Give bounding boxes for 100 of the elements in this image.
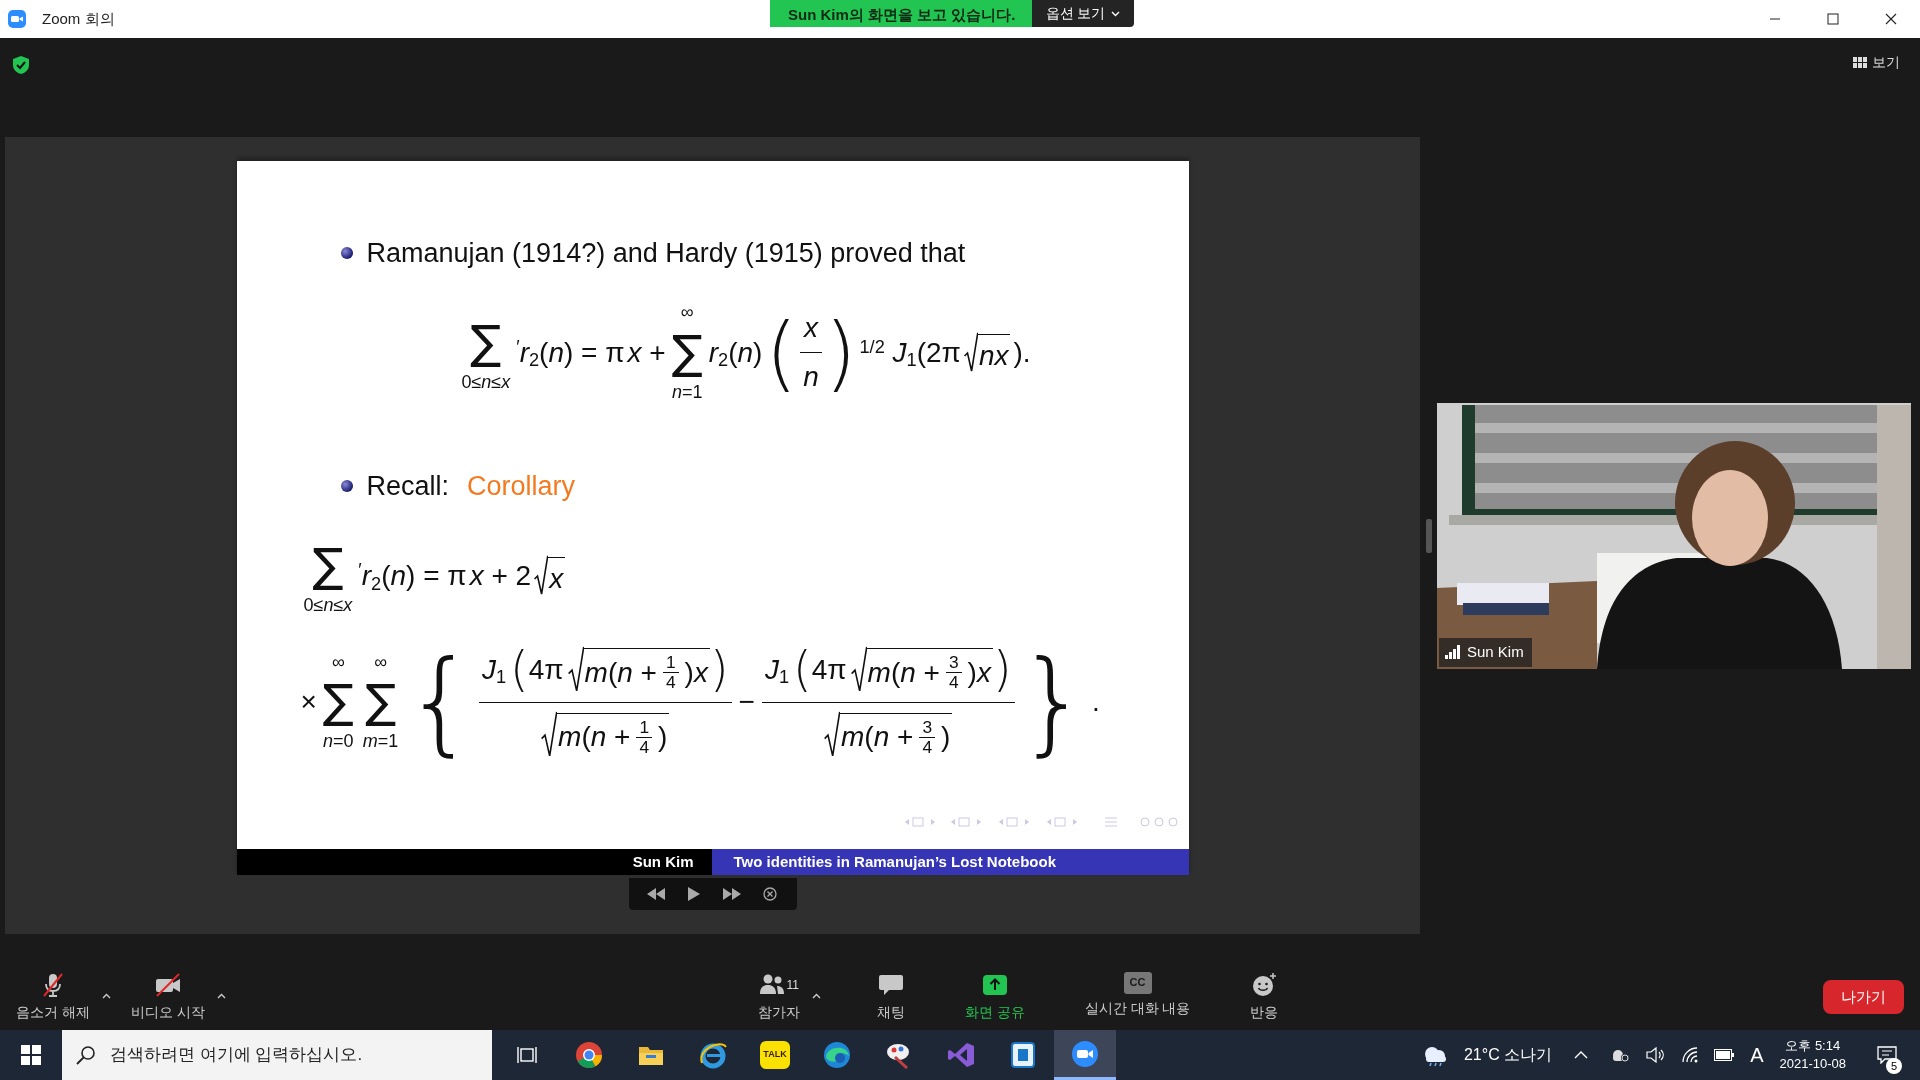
- delimiter: (: [510, 646, 529, 694]
- leave-button[interactable]: 나가기: [1823, 979, 1904, 1015]
- tricolor-circle-icon: [575, 1041, 603, 1069]
- math-text: 3: [948, 654, 959, 672]
- math-text: 4: [922, 739, 933, 757]
- delimiter: (: [793, 646, 812, 694]
- highlight-text: Corollary: [467, 470, 576, 504]
- delimiter: ): [992, 646, 1012, 694]
- video-camera-icon: [1071, 1039, 1099, 1068]
- bullet-icon: [340, 247, 353, 259]
- notifications-button[interactable]: 5: [1862, 1030, 1912, 1080]
- splitter-handle[interactable]: [1426, 518, 1432, 553]
- limit-text: ∞: [331, 652, 345, 673]
- unmute-button[interactable]: 음소거 해제: [8, 969, 98, 1025]
- math-text: 1: [639, 718, 650, 737]
- reactions-button[interactable]: 반응: [1242, 969, 1287, 1025]
- math-text: x: [549, 563, 564, 596]
- delimiter: ): [709, 646, 729, 694]
- delimiter: {: [404, 646, 476, 759]
- bullet-text: Recall:: [366, 470, 450, 504]
- participant-name: Sun Kim: [1467, 642, 1524, 662]
- caret-up-icon: [216, 993, 226, 1000]
- speech-bubble-icon: [1877, 1046, 1897, 1064]
- math-text: ): [941, 721, 951, 754]
- footer-title: Two identities in Ramanujan’s Lost Notebook: [733, 851, 1057, 872]
- taskbar-app-button[interactable]: [1054, 1030, 1116, 1080]
- math-text: x +: [627, 336, 666, 369]
- task-view-icon: [517, 1046, 537, 1064]
- view-options-button[interactable]: 옵션 보기: [1031, 0, 1135, 27]
- limit-text: m=1: [362, 732, 399, 752]
- math-text: ).: [1013, 336, 1031, 369]
- shield-icon: [13, 55, 29, 74]
- windows-logo-icon: [21, 1045, 41, 1065]
- math-text: m(n +: [841, 721, 914, 754]
- math-text: m(n +: [584, 656, 657, 689]
- math-text: $^{1/2}$ J$_{1}$(2π: [859, 336, 961, 369]
- sum-symbol: ∑: [470, 313, 502, 371]
- share-status-banner: Sun Kim의 화면을 보고 있습니다.: [770, 0, 1032, 27]
- math-text: .: [1092, 686, 1100, 719]
- limit-text: ∞: [680, 303, 694, 323]
- globe-swoosh-icon: [699, 1041, 727, 1069]
- delimiter: }: [1017, 646, 1090, 759]
- maximize-icon: [1827, 13, 1839, 25]
- notification-count: 5: [1886, 1058, 1902, 1074]
- math-text: J$_{1}$: [481, 653, 507, 686]
- math-text: 3: [922, 718, 933, 737]
- cloud-sync-icon[interactable]: [1610, 1047, 1631, 1063]
- video-camera-off-icon: [154, 971, 181, 998]
- math-text: 4: [665, 674, 676, 692]
- caret-up-icon: [1574, 1051, 1589, 1059]
- view-button[interactable]: 보기: [1847, 48, 1906, 77]
- bullet-icon: [340, 480, 353, 493]
- math-text: m(n +: [558, 721, 631, 754]
- delimiter: ): [824, 312, 857, 394]
- ribbon-icon: [947, 1041, 975, 1069]
- smiley-plus-icon: [1251, 971, 1278, 998]
- search-box[interactable]: 검색하려면 여기에 입력하십시오.: [62, 1030, 492, 1080]
- swirl-icon: [823, 1041, 851, 1069]
- start-video-button[interactable]: 비디오 시작: [122, 969, 213, 1025]
- math-text: −: [738, 686, 755, 719]
- footer-author: Sun Kim: [632, 851, 694, 872]
- math-text: 4π: [811, 653, 847, 686]
- math-text: x: [803, 312, 818, 345]
- limit-text: 0≤n≤x: [303, 596, 353, 616]
- math-text: ×: [300, 686, 317, 719]
- play-icon: [687, 887, 700, 901]
- signal-strength-icon: [1445, 645, 1461, 660]
- fast-forward-icon: [722, 888, 741, 900]
- math-text: J$_{1}$: [764, 653, 790, 686]
- chat-button[interactable]: 채팅: [868, 969, 913, 1025]
- math-text: $^{′}$r$_{2}$(n) = π: [516, 336, 625, 369]
- sum-symbol: ∑: [365, 673, 397, 731]
- math-text: ): [658, 721, 668, 754]
- chat-app-icon: TALK: [760, 1041, 790, 1069]
- math-text: )x: [967, 656, 991, 689]
- math-text: )x: [684, 656, 708, 689]
- battery-icon[interactable]: [1714, 1049, 1735, 1061]
- window-title: Zoom 회의: [42, 8, 115, 29]
- search-icon: [76, 1045, 96, 1065]
- caret-up-icon: [811, 993, 821, 1000]
- math-text: $^{′}$r$_{2}$(n) = π: [358, 560, 467, 593]
- chevron-down-icon: [1111, 10, 1121, 17]
- search-field[interactable]: 검색하려면 여기에 입력하십시오.: [108, 1041, 492, 1069]
- weather-text: 21°C 소나기: [1463, 1045, 1553, 1065]
- sum-symbol: ∑: [312, 537, 344, 595]
- bullet-text: Ramanujan (1914?) and Hardy (1915) proved that: [366, 236, 966, 270]
- wifi-icon[interactable]: [1680, 1047, 1699, 1063]
- limit-text: ∞: [374, 652, 388, 673]
- taskbar-app-button[interactable]: TALK: [744, 1030, 806, 1080]
- limit-text: 0≤n≤x: [461, 372, 511, 393]
- share-screen-button[interactable]: 화면 공유: [956, 969, 1033, 1025]
- speaker-icon[interactable]: [1646, 1047, 1665, 1063]
- live-transcript-button[interactable]: CC 실시간 대화 내용: [1076, 969, 1199, 1025]
- math-text: nx: [978, 339, 1009, 372]
- math-text: r$_{2}$(n): [708, 336, 763, 369]
- participants-button[interactable]: 11 참가자: [749, 969, 808, 1025]
- close-icon: [762, 887, 777, 901]
- input-method-indicator[interactable]: A: [1750, 1040, 1764, 1070]
- limit-text: n=0: [323, 732, 354, 752]
- sum-symbol: ∑: [322, 673, 354, 731]
